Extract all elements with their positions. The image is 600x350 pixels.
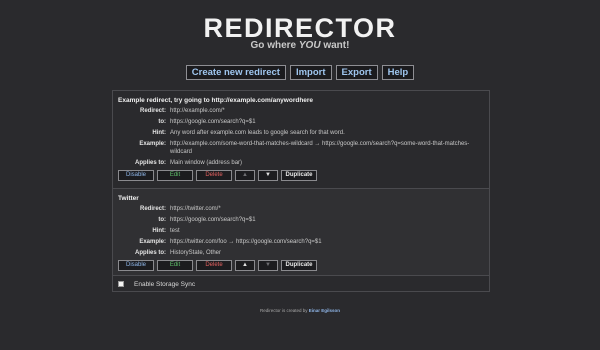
hint-label: Hint: [152,130,166,136]
main-toolbar: Create new redirect Import Export Help [0,65,600,80]
redirect-applies-to: HistoryState, Other [170,250,222,256]
redirect-hint: test [170,228,180,234]
redirect-hint-row: Hint: test [118,227,489,235]
edit-button[interactable]: Edit [157,170,193,181]
redirect-target-row: to: https://google.com/search?q=$1 [118,216,489,224]
redirect-pattern-row: Redirect: https://twitter.com/* [118,205,489,213]
redirect-hint: Any word after example.com leads to goog… [170,130,345,136]
import-button[interactable]: Import [289,65,332,80]
redirect-example-row: Example: https://twitter.com/foo → https… [118,238,489,246]
redirect-example-row: Example: http://example.com/some-word-th… [118,140,489,156]
tagline-emphasis: YOU [298,40,321,51]
help-button[interactable]: Help [381,65,415,80]
delete-button[interactable]: Delete [196,260,232,271]
delete-button[interactable]: Delete [196,170,232,181]
create-new-redirect-button[interactable]: Create new redirect [185,65,286,80]
storage-sync-checkbox[interactable] [118,281,124,287]
footer-text: Redirector is created by [259,308,309,313]
applies-to-label: Applies to: [135,160,166,166]
redirect-example: http://example.com/some-word-that-matche… [170,141,470,155]
move-up-button[interactable]: ▲ [235,260,255,271]
duplicate-button[interactable]: Duplicate [281,260,317,271]
disable-button[interactable]: Disable [118,170,154,181]
storage-sync-row: Enable Storage Sync [113,277,489,291]
example-label: Example: [139,239,166,245]
redirect-actions: Disable Edit Delete ▲ ▼ Duplicate [118,170,489,181]
redirect-item: Twitter Redirect: https://twitter.com/* … [113,189,489,276]
storage-sync-label: Enable Storage Sync [134,280,196,288]
tagline-pre: Go where [250,40,299,51]
move-down-button[interactable]: ▼ [258,260,278,271]
to-label: to: [158,119,166,125]
redirect-item: Example redirect, try going to http://ex… [113,91,489,189]
redirect-pattern-row: Redirect: http://example.com/* [118,107,489,115]
redirect-label: Redirect: [139,206,166,212]
redirect-pattern: https://twitter.com/* [170,206,221,212]
redirector-page: REDIRECTOR Go where YOU want! Create new… [0,0,600,350]
redirect-title: Twitter [118,195,139,202]
author-link[interactable]: Einar Egilsson [309,308,340,313]
redirect-hint-row: Hint: Any word after example.com leads t… [118,129,489,137]
redirect-applies-row: Applies to: HistoryState, Other [118,249,489,257]
move-down-button[interactable]: ▼ [258,170,278,181]
example-label: Example: [139,141,166,147]
disable-button[interactable]: Disable [118,260,154,271]
export-button[interactable]: Export [335,65,378,80]
duplicate-button[interactable]: Duplicate [281,170,317,181]
redirect-target: https://google.com/search?q=$1 [170,119,256,125]
tagline-post: want! [320,40,350,51]
move-up-button[interactable]: ▲ [235,170,255,181]
app-logo: REDIRECTOR [203,13,397,43]
redirect-list: Example redirect, try going to http://ex… [112,90,490,292]
redirect-target-row: to: https://google.com/search?q=$1 [118,118,489,126]
redirect-actions: Disable Edit Delete ▲ ▼ Duplicate [118,260,489,271]
redirect-title: Example redirect, try going to http://ex… [118,97,314,104]
to-label: to: [158,217,166,223]
redirect-example: https://twitter.com/foo → https://google… [170,239,322,245]
redirect-applies-to: Main window (address bar) [170,160,243,166]
redirect-pattern: http://example.com/* [170,108,225,114]
edit-button[interactable]: Edit [157,260,193,271]
redirect-target: https://google.com/search?q=$1 [170,217,256,223]
tagline: Go where YOU want! [0,40,600,51]
redirect-applies-row: Applies to: Main window (address bar) [118,159,489,167]
redirect-label: Redirect: [139,108,166,114]
footer: Redirector is created by Einar Egilsson [0,308,600,313]
hint-label: Hint: [152,228,166,234]
applies-to-label: Applies to: [135,250,166,256]
